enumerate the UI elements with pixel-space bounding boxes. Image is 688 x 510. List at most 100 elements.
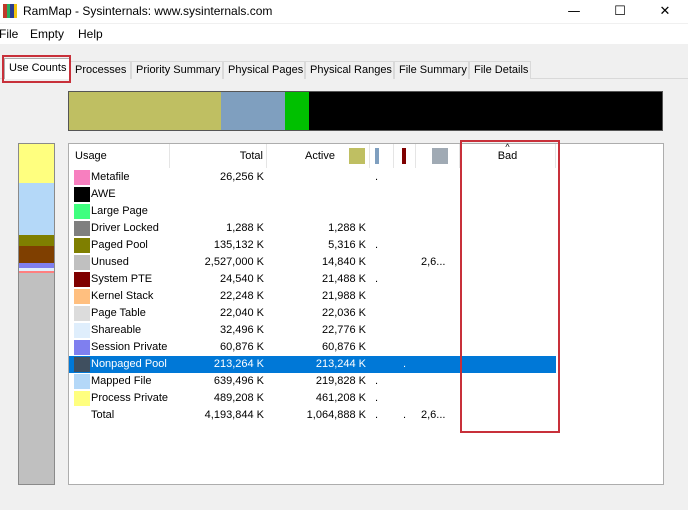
active-value: 21,988 K: [321, 290, 366, 302]
usage-color-swatch: [74, 323, 90, 338]
tab-physical-pages[interactable]: Physical Pages: [223, 61, 305, 79]
close-icon: ✕: [659, 4, 671, 19]
usage-name: Session Private: [91, 341, 168, 353]
usage-name: Paged Pool: [91, 239, 148, 251]
table-row[interactable]: Session Private 60,876 K 60,876 K: [69, 339, 556, 356]
standby-value: .: [375, 409, 379, 421]
table-row[interactable]: Shareable 32,496 K 22,776 K: [69, 322, 556, 339]
tab-file-summary[interactable]: File Summary: [394, 61, 469, 79]
table-row[interactable]: Paged Pool 135,132 K 5,316 K.: [69, 237, 556, 254]
active-value: 213,244 K: [315, 358, 366, 370]
minimize-button[interactable]: —: [551, 0, 597, 23]
usage-name: System PTE: [91, 273, 153, 285]
modified-color-swatch: [402, 148, 406, 164]
menu-bar: File Empty Help: [0, 24, 688, 44]
usage-name: Mapped File: [91, 375, 152, 387]
total-value: 60,876 K: [219, 341, 264, 353]
standby-value: .: [375, 239, 379, 251]
menu-help[interactable]: Help: [78, 27, 103, 41]
window-title: RamMap - Sysinternals: www.sysinternals.…: [23, 4, 273, 18]
total-value: 639,496 K: [213, 375, 264, 387]
usage-name: Nonpaged Pool: [91, 358, 167, 370]
close-button[interactable]: ✕: [642, 0, 688, 23]
transition-value: 2,6...: [421, 409, 446, 421]
total-value: 26,256 K: [219, 171, 264, 183]
modified-value: .: [403, 358, 407, 370]
standby-value: .: [375, 171, 379, 183]
table-row[interactable]: Kernel Stack 22,248 K 21,988 K: [69, 288, 556, 305]
table-row[interactable]: Driver Locked 1,288 K 1,288 K: [69, 220, 556, 237]
tab-file-details[interactable]: File Details: [469, 61, 531, 79]
list-header: Usage Total Active ^ Bad: [69, 142, 663, 168]
menu-file[interactable]: File: [0, 27, 18, 41]
active-value: 60,876 K: [321, 341, 366, 353]
usage-color-swatch: [74, 187, 90, 202]
maximize-button[interactable]: ☐: [597, 0, 643, 23]
total-value: 4,193,844 K: [204, 409, 264, 421]
usage-color-swatch: [74, 170, 90, 185]
transition-value: 2,6...: [421, 256, 446, 268]
usage-name: Process Private: [91, 392, 169, 404]
usage-name: Metafile: [91, 171, 130, 183]
usage-segment-active: [69, 92, 221, 130]
usage-color-swatch: [74, 289, 90, 304]
usage-segment-standby: [220, 92, 285, 130]
total-value: 2,527,000 K: [204, 256, 264, 268]
table-row[interactable]: System PTE 24,540 K 21,488 K.: [69, 271, 556, 288]
active-value: 22,776 K: [321, 324, 366, 336]
active-value: 219,828 K: [315, 375, 366, 387]
allocation-segment-nonpaged-pool: [19, 245, 54, 264]
title-bar: RamMap - Sysinternals: www.sysinternals.…: [0, 0, 688, 23]
usage-name: Shareable: [91, 324, 142, 336]
table-row[interactable]: Metafile 26,256 K.: [69, 169, 556, 186]
memory-allocation-bar: [18, 143, 55, 485]
active-value: 461,208 K: [315, 392, 366, 404]
usage-name: Driver Locked: [91, 222, 159, 234]
allocation-segment-paged-pool: [19, 234, 54, 246]
transition-color-swatch: [432, 148, 448, 164]
tab-physical-ranges[interactable]: Physical Ranges: [305, 61, 394, 79]
tab-use-counts[interactable]: Use Counts: [4, 58, 70, 79]
table-row[interactable]: Total 4,193,844 K 1,064,888 K.. 2,6...: [69, 407, 556, 424]
minimize-icon: —: [567, 4, 581, 19]
active-color-swatch: [349, 148, 365, 164]
table-row[interactable]: Large Page: [69, 203, 556, 220]
table-row[interactable]: Process Private 489,208 K 461,208 K.: [69, 390, 556, 407]
table-row[interactable]: Mapped File 639,496 K 219,828 K.: [69, 373, 556, 390]
usage-name: Total: [91, 409, 115, 421]
usage-color-swatch: [74, 357, 90, 372]
usage-color-swatch: [74, 374, 90, 389]
column-usage[interactable]: Usage: [69, 144, 170, 168]
modified-value: .: [403, 409, 407, 421]
allocation-segment-unused: [19, 272, 54, 484]
usage-segment-free: [308, 92, 662, 130]
active-value: 22,036 K: [321, 307, 366, 319]
allocation-segment-process-private: [19, 144, 54, 184]
standby-value: .: [375, 375, 379, 387]
usage-name: Kernel Stack: [91, 290, 154, 302]
usage-name: Unused: [91, 256, 129, 268]
column-standby[interactable]: [370, 144, 394, 168]
app-icon: [3, 4, 17, 18]
usage-color-swatch: [74, 306, 90, 321]
usage-color-swatch: [74, 340, 90, 355]
tab-processes[interactable]: Processes: [70, 61, 131, 79]
standby-value: .: [375, 273, 379, 285]
table-row[interactable]: Nonpaged Pool 213,264 K 213,244 K.: [69, 356, 556, 373]
table-row[interactable]: Page Table 22,040 K 22,036 K: [69, 305, 556, 322]
usage-segment-modified: [284, 92, 309, 130]
active-value: 1,064,888 K: [306, 409, 366, 421]
total-value: 22,248 K: [219, 290, 264, 302]
menu-empty[interactable]: Empty: [30, 27, 64, 41]
usage-color-swatch: [74, 204, 90, 219]
table-row[interactable]: Unused 2,527,000 K 14,840 K 2,6...: [69, 254, 556, 271]
sort-ascending-icon: ^: [505, 142, 510, 152]
active-value: 21,488 K: [321, 273, 366, 285]
table-row[interactable]: AWE: [69, 186, 556, 203]
memory-usage-bar: [68, 91, 663, 131]
total-value: 22,040 K: [219, 307, 264, 319]
column-total[interactable]: Total: [170, 144, 267, 168]
tab-priority-summary[interactable]: Priority Summary: [131, 61, 223, 79]
standby-color-swatch: [375, 148, 379, 164]
column-bad[interactable]: ^ Bad: [460, 142, 556, 168]
